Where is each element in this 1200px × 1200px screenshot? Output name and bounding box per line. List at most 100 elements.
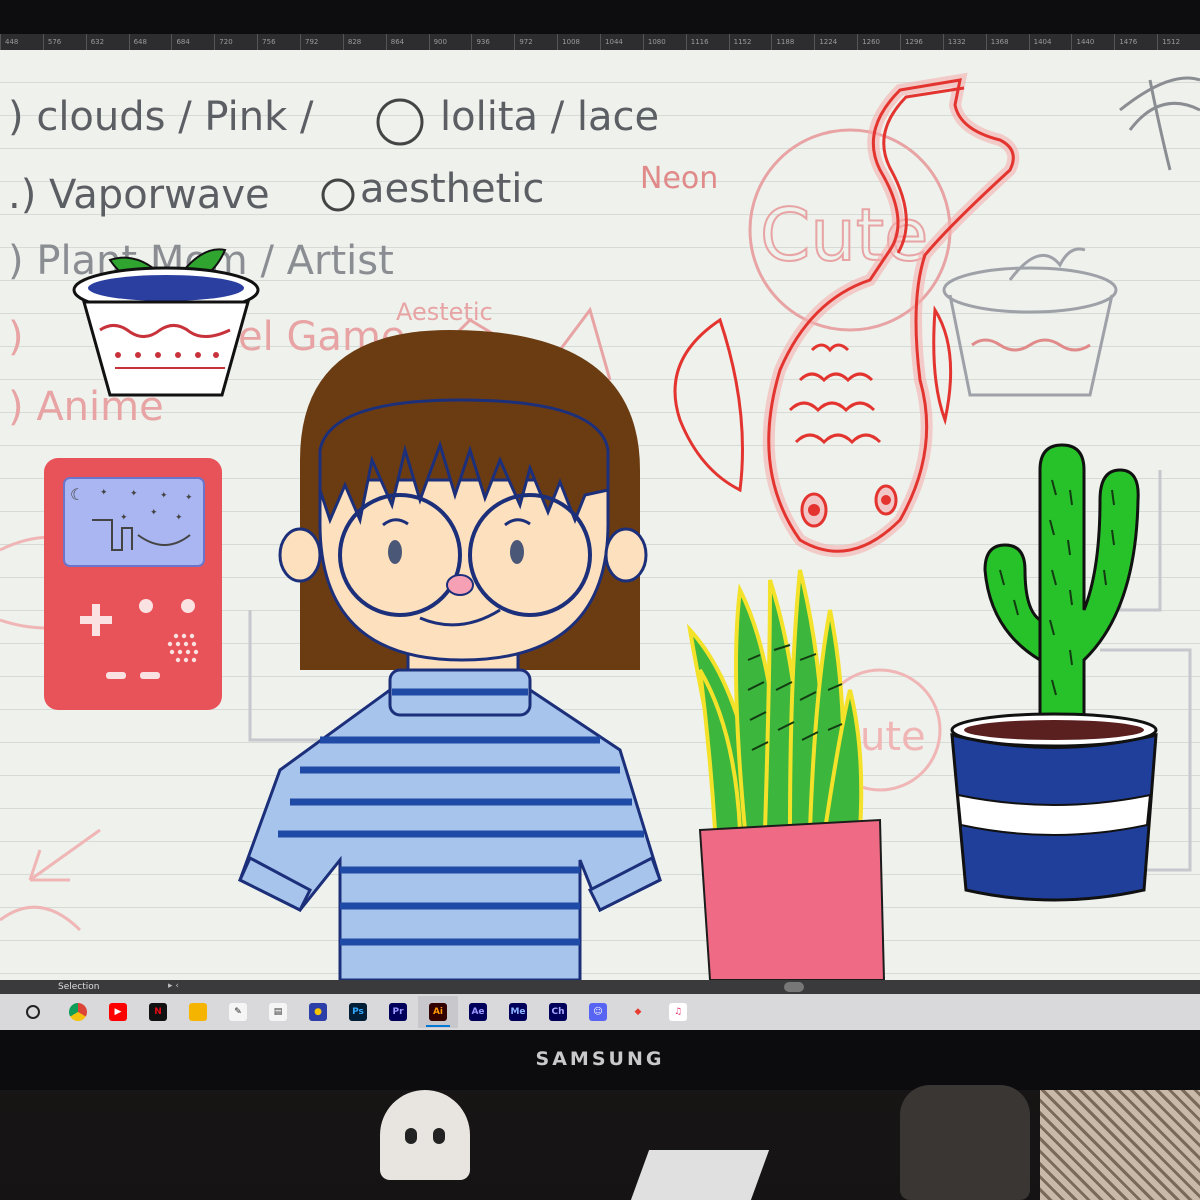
monitor-screen: 448 576 632 648 684 720 756 792 828 864 900 936 972 1… <box>0 34 1200 1030</box>
note-line-4: ) <box>8 314 24 360</box>
desk-pattern-sheet <box>1040 1090 1200 1200</box>
monitor-top-bezel <box>0 0 1200 34</box>
ruler-tick: 648 <box>128 34 172 50</box>
start-icon <box>26 1005 40 1019</box>
ruler-tick: 864 <box>385 34 429 50</box>
windows-taskbar: ▶ N ✎ ▤ ● Ps Pr Ai Ae Me Ch ☺ ◆ ♫ <box>0 994 1200 1030</box>
snake-plant-pot <box>698 818 886 980</box>
note-line-1b: lolita / lace <box>440 94 659 140</box>
ruler-tick: 1296 <box>900 34 943 50</box>
taskbar-button-app[interactable]: ● <box>298 996 338 1028</box>
ruler-tick: 792 <box>300 34 343 50</box>
ruler-tick: 1476 <box>1114 34 1157 50</box>
note-line-2b: aesthetic <box>360 166 544 212</box>
illustrator-icon: Ai <box>429 1003 447 1021</box>
svg-text:✦: ✦ <box>130 489 138 499</box>
sketch-word-cute-2: ute <box>860 714 926 760</box>
ruler-tick: 720 <box>214 34 257 50</box>
taskbar-button-file-explorer[interactable] <box>178 996 218 1028</box>
taskbar-button-youtube[interactable]: ▶ <box>98 996 138 1028</box>
sketch-leaf <box>1119 76 1200 171</box>
svg-text:✦: ✦ <box>185 493 193 503</box>
game-console: ☾ ✦ ✦ ✦ ✦ ✦ ✦✦ <box>44 458 222 710</box>
premiere-icon: Pr <box>389 1003 407 1021</box>
desk-figurine <box>380 1090 470 1180</box>
ruler-tick: 632 <box>85 34 129 50</box>
file-explorer-icon <box>189 1003 207 1021</box>
note-line-2c: Neon <box>640 161 718 196</box>
scribble-icon <box>376 98 424 146</box>
taskbar-button-netflix[interactable]: N <box>138 996 178 1028</box>
button-a-icon <box>139 599 153 613</box>
taskbar-button-start[interactable] <box>8 996 58 1028</box>
svg-text:✦: ✦ <box>100 488 108 498</box>
select-button-icon <box>106 672 126 679</box>
character-ear-left <box>278 527 322 583</box>
taskbar-button-premiere[interactable]: Pr <box>378 996 418 1028</box>
tool-selection-label: Selection <box>58 982 100 992</box>
desk-jar <box>900 1085 1030 1200</box>
character-avatar <box>238 330 662 980</box>
character-ear-right <box>604 527 648 583</box>
horizontal-scroll-thumb[interactable] <box>784 982 804 992</box>
ruler-tick: 1008 <box>557 34 600 50</box>
ruler-tick: 936 <box>471 34 514 50</box>
ruler-tick: 828 <box>342 34 386 50</box>
ruler-tick: 1368 <box>985 34 1029 50</box>
character-nose <box>446 574 474 596</box>
sketch-pot <box>942 247 1118 397</box>
app-icon: ● <box>309 1003 327 1021</box>
artboard-nav-arrows[interactable]: ▸ ‹ <box>168 981 179 991</box>
snake-plant <box>686 569 886 980</box>
ruler-tick: 1188 <box>771 34 814 50</box>
ruler-tick: 900 <box>428 34 472 50</box>
chrome-icon <box>69 1003 87 1021</box>
figurine-eye-right <box>433 1128 445 1144</box>
cactus-pot <box>950 712 1158 902</box>
taskbar-button-after-effects[interactable]: Ae <box>458 996 498 1028</box>
taskbar-button-character-animator[interactable]: Ch <box>538 996 578 1028</box>
sketch-arrow <box>28 828 101 882</box>
folder-stack-icon: ▤ <box>269 1003 287 1021</box>
ruler-tick: 756 <box>257 34 300 50</box>
artboard[interactable]: ) clouds / Pink / lolita / lace .) Vapor… <box>0 50 1200 980</box>
svg-text:✦: ✦ <box>175 513 183 523</box>
taskbar-button-diamond-app[interactable]: ◆ <box>618 996 658 1028</box>
ruler-tick: 1404 <box>1028 34 1072 50</box>
ruler-tick: 1224 <box>814 34 857 50</box>
taskbar-button-discord[interactable]: ☺ <box>578 996 618 1028</box>
neon-goldfish <box>673 72 1020 558</box>
svg-text:✦: ✦ <box>120 513 128 523</box>
ruler-tick: 1260 <box>857 34 900 50</box>
ruler-tick: 972 <box>514 34 557 50</box>
media-encoder-icon: Me <box>509 1003 527 1021</box>
discord-icon: ☺ <box>589 1003 607 1021</box>
character-shirt <box>238 668 662 980</box>
sketch-word-cute: Cute <box>760 193 928 277</box>
desk-paper <box>630 1150 770 1200</box>
figurine-eye-left <box>405 1128 417 1144</box>
taskbar-button-chrome[interactable] <box>58 996 98 1028</box>
ruler-tick: 1044 <box>600 34 643 50</box>
ruler-tick: 1116 <box>685 34 729 50</box>
ruler-tick: 1332 <box>942 34 986 50</box>
artboard-illustration: ) clouds / Pink / lolita / lace .) Vapor… <box>0 72 1200 980</box>
taskbar-button-folder-stack[interactable]: ▤ <box>258 996 298 1028</box>
clip-studio-icon: ✎ <box>229 1003 247 1021</box>
diamond-app-icon: ◆ <box>629 1003 647 1021</box>
youtube-icon: ▶ <box>109 1003 127 1021</box>
netflix-icon: N <box>149 1003 167 1021</box>
horizontal-ruler[interactable]: 448 576 632 648 684 720 756 792 828 864 900 936 972 1… <box>0 34 1200 50</box>
ruler-tick: 684 <box>171 34 214 50</box>
button-b-icon <box>181 599 195 613</box>
cactus-plant <box>950 443 1158 902</box>
moon-icon: ☾ <box>70 485 84 504</box>
note-line-4c: Aestetic <box>396 298 493 326</box>
taskbar-button-media-encoder[interactable]: Me <box>498 996 538 1028</box>
taskbar-button-clip-studio[interactable]: ✎ <box>218 996 258 1028</box>
taskbar-button-illustrator[interactable]: Ai <box>418 996 458 1028</box>
taskbar-button-photoshop[interactable]: Ps <box>338 996 378 1028</box>
ruler-tick: 1512 <box>1157 34 1200 50</box>
ruler-tick: 576 <box>42 34 86 50</box>
taskbar-button-itunes[interactable]: ♫ <box>658 996 698 1028</box>
